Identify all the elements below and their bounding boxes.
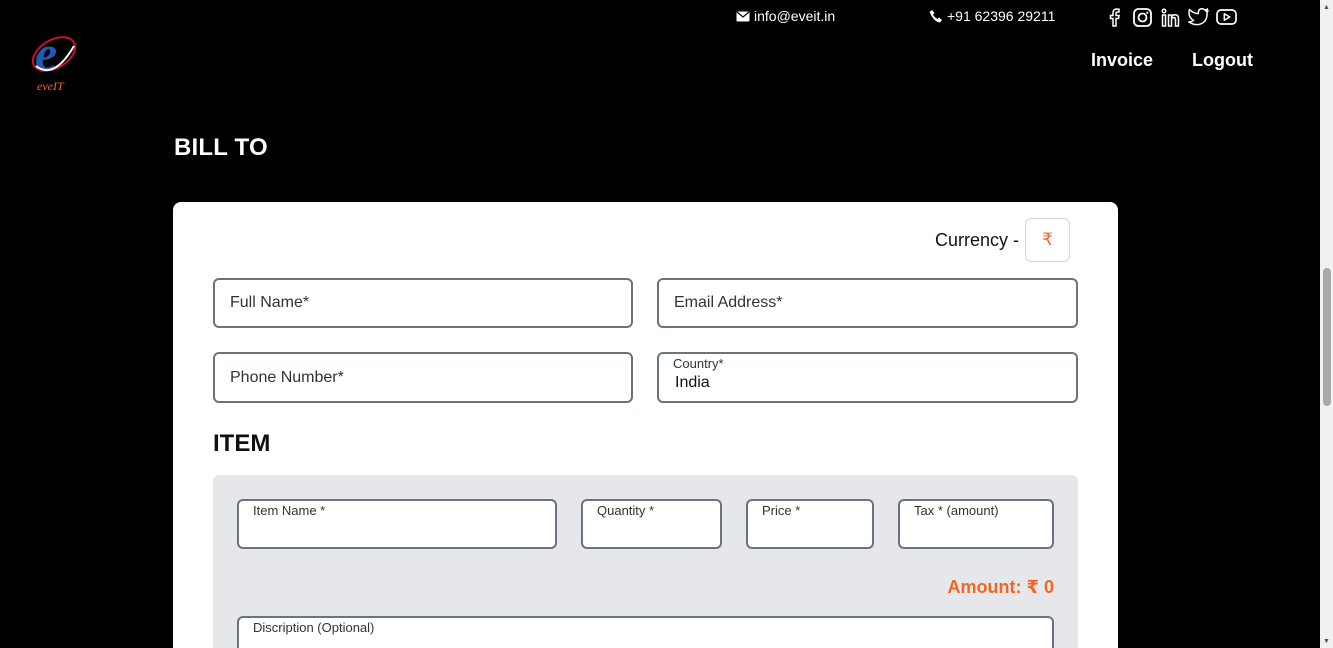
scroll-thumb[interactable]: [1323, 268, 1331, 406]
country-label: Country*: [673, 356, 724, 371]
linkedin-icon[interactable]: [1159, 7, 1181, 27]
facebook-icon[interactable]: [1103, 7, 1125, 27]
scroll-up-arrow-icon[interactable]: ▲: [1320, 0, 1333, 14]
description-field[interactable]: Discription (Optional): [237, 616, 1054, 648]
quantity-field[interactable]: Quantity *: [581, 499, 722, 549]
invoice-form-card: Currency - ₹ Full Name* Email Address* P…: [173, 202, 1118, 648]
currency-label: Currency -: [934, 229, 1019, 250]
nav-invoice[interactable]: Invoice: [1091, 50, 1153, 71]
email-placeholder: Email Address*: [674, 294, 783, 311]
email-text: info@eveit.in: [754, 8, 836, 24]
price-field[interactable]: Price *: [746, 499, 874, 549]
phone-contact[interactable]: +91 62396 29211: [929, 8, 1055, 24]
phone-field[interactable]: Phone Number*: [213, 352, 633, 403]
phone-text: +91 62396 29211: [947, 8, 1056, 24]
email-contact[interactable]: info@eveit.in: [736, 8, 835, 24]
item-name-label: Item Name *: [253, 503, 326, 518]
twitter-icon[interactable]: [1187, 7, 1209, 27]
youtube-icon[interactable]: [1215, 7, 1237, 27]
description-label: Discription (Optional): [253, 620, 375, 635]
tax-label: Tax * (amount): [914, 503, 999, 518]
nav-logout[interactable]: Logout: [1192, 50, 1253, 71]
logo-text: eveIT: [37, 79, 64, 93]
item-name-field[interactable]: Item Name *: [237, 499, 557, 549]
full-name-field[interactable]: Full Name*: [213, 278, 633, 328]
currency-selector: Currency - ₹: [935, 218, 1070, 262]
instagram-icon[interactable]: [1131, 7, 1153, 27]
envelope-icon: [736, 11, 750, 21]
country-value: India: [675, 374, 710, 391]
currency-button[interactable]: ₹: [1025, 218, 1070, 262]
tax-field[interactable]: Tax * (amount): [898, 499, 1054, 549]
bill-to-heading: BILL TO: [174, 134, 268, 161]
country-select[interactable]: Country* India: [657, 352, 1078, 403]
item-heading: ITEM: [213, 430, 271, 457]
item-amount: Amount: ₹ 0: [947, 577, 1054, 597]
page-scrollbar[interactable]: ▲ ▼: [1320, 0, 1333, 648]
item-row-container: Item Name * Quantity * Price * Tax * (am…: [213, 475, 1078, 648]
email-field[interactable]: Email Address*: [657, 278, 1078, 328]
price-label: Price *: [762, 503, 801, 518]
scroll-down-arrow-icon[interactable]: ▼: [1320, 634, 1333, 648]
logo-icon: e: [31, 25, 77, 81]
phone-placeholder: Phone Number*: [230, 368, 344, 386]
svg-text:e: e: [35, 26, 57, 81]
full-name-placeholder: Full Name*: [230, 294, 310, 311]
quantity-label: Quantity *: [597, 503, 655, 518]
social-links: [1103, 7, 1237, 27]
phone-icon: [929, 10, 942, 23]
